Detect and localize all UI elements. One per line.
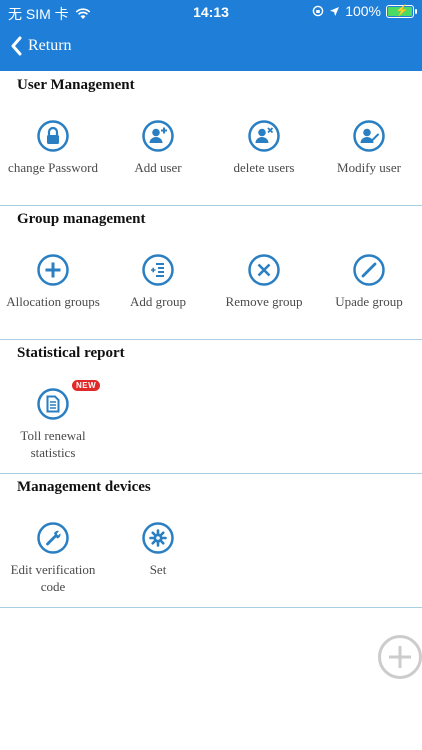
battery-icon: ⚡ <box>386 4 417 18</box>
user-delete-icon <box>248 120 280 152</box>
chevron-left-icon <box>11 36 22 56</box>
modify-user-button[interactable]: Modify user <box>316 120 422 176</box>
delete-users-button[interactable]: delete users <box>211 120 317 176</box>
list-add-icon <box>142 254 174 286</box>
new-badge: NEW <box>72 380 101 391</box>
toll-renewal-statistics-button[interactable]: NEW Toll renewal statistics <box>0 380 106 461</box>
allocation-groups-button[interactable]: Allocation groups <box>0 254 106 310</box>
item-label: Add user <box>134 160 182 175</box>
user-edit-icon <box>353 120 385 152</box>
item-label-line1: Edit verification <box>10 562 96 577</box>
section-statistical-report: Statistical report NEW Toll renewal stat… <box>0 339 422 474</box>
back-button[interactable]: Return <box>10 36 72 56</box>
item-label-line2: code <box>40 579 66 594</box>
remove-group-button[interactable]: Remove group <box>211 254 317 310</box>
item-label: Toll renewal statistics <box>0 427 106 461</box>
wrench-icon <box>37 522 69 554</box>
section-management-devices: Management devices Edit verification cod… <box>0 473 422 608</box>
status-bar: 无 SIM 卡 14:13 100% ⚡ <box>0 0 422 24</box>
location-icon <box>330 6 340 16</box>
item-label-line2: statistics <box>30 445 76 460</box>
item-label: Remove group <box>225 294 303 309</box>
item-label: Set <box>149 562 167 577</box>
pencil-icon <box>353 254 385 286</box>
item-label-line1: Toll renewal <box>20 428 86 443</box>
close-circle-icon <box>248 254 280 286</box>
orientation-lock-icon <box>312 5 324 17</box>
battery-percent: 100% <box>345 3 381 19</box>
back-label: Return <box>28 37 72 54</box>
set-button[interactable]: Set <box>105 522 211 578</box>
item-label: delete users <box>233 160 295 175</box>
change-password-button[interactable]: change Password <box>0 120 106 176</box>
status-right: 100% ⚡ <box>312 3 417 19</box>
add-user-button[interactable]: Add user <box>105 120 211 176</box>
user-add-icon <box>142 120 174 152</box>
item-label: Modify user <box>337 160 401 175</box>
item-label: Upade group <box>335 294 403 309</box>
add-group-button[interactable]: Add group <box>105 254 211 310</box>
section-user-management: User Management change Password Add user… <box>0 71 422 206</box>
document-icon <box>37 388 69 420</box>
section-group-management: Group management Allocation groups Add g… <box>0 205 422 340</box>
item-label: Allocation groups <box>6 294 100 309</box>
edit-verification-code-button[interactable]: Edit verification code <box>0 522 106 595</box>
update-group-button[interactable]: Upade group <box>316 254 422 310</box>
gear-icon <box>142 522 174 554</box>
item-label: Edit verification code <box>0 561 106 595</box>
section-title: Statistical report <box>17 345 125 361</box>
item-label: change Password <box>8 160 98 175</box>
section-title: Management devices <box>17 479 151 495</box>
lock-icon <box>37 120 69 152</box>
item-label: Add group <box>130 294 186 309</box>
section-title: User Management <box>17 77 135 93</box>
plus-circle-icon <box>37 254 69 286</box>
app-header: 无 SIM 卡 14:13 100% ⚡ Return <box>0 0 422 71</box>
section-title: Group management <box>17 211 146 227</box>
floating-add-button[interactable] <box>378 635 422 679</box>
